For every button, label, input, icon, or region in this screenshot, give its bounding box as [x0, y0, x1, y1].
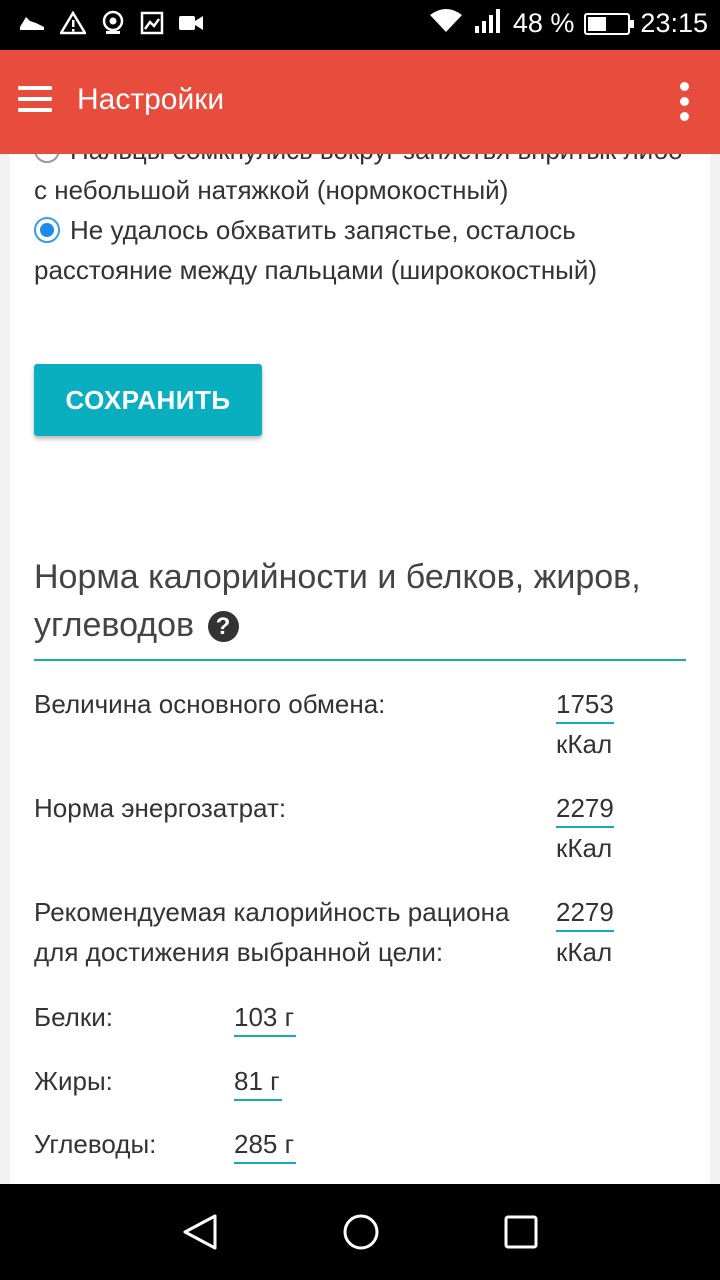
more-vert-icon[interactable] [676, 82, 692, 126]
bmr-value: 1753 кКал [556, 684, 614, 764]
image-icon [140, 11, 164, 40]
warning-icon [58, 10, 88, 40]
signal-icon [473, 8, 503, 39]
recommended-calories-unit: кКал [556, 937, 613, 967]
recommended-calories-label: Рекомендуемая калорийность рациона для д… [34, 897, 510, 967]
settings-content[interactable]: Пальцы сомкнулись вокруг запястья вприты… [0, 154, 720, 1184]
battery-percent: 48 % [512, 8, 575, 38]
video-icon [178, 13, 204, 38]
clock: 23:15 [640, 8, 708, 38]
energy-norm-label: Норма энергозатрат: [34, 793, 287, 823]
carbs-label: Углеводы: [34, 1129, 157, 1159]
energy-norm-unit: кКал [556, 833, 613, 863]
notification-icons [18, 10, 204, 41]
fat-value: 81 г [234, 1063, 282, 1101]
recents-icon[interactable] [491, 1208, 551, 1256]
carbs-value: 285 г [234, 1126, 297, 1164]
back-icon[interactable] [171, 1208, 231, 1256]
radio-option-normal[interactable]: Пальцы сомкнулись вокруг запястья вприты… [34, 154, 694, 210]
radio-option-wide[interactable]: Не удалось обхватить запястье, осталось … [34, 210, 694, 290]
system-icons: 48 % 23:15 [429, 8, 708, 39]
save-button[interactable]: СОХРАНИТЬ [34, 364, 262, 436]
bmr-label: Величина основного обмена: [34, 689, 386, 719]
radio-option-label: Пальцы сомкнулись вокруг запястья вприты… [34, 154, 683, 205]
page-title: Настройки [77, 83, 225, 116]
bmr-number: 1753 [556, 686, 614, 724]
navigation-bar [0, 1184, 720, 1280]
battery-level [588, 16, 607, 31]
shoe-icon [18, 11, 46, 40]
energy-norm-number: 2279 [556, 790, 614, 828]
fat-label: Жиры: [34, 1066, 113, 1096]
hotspot-icon [100, 10, 126, 41]
battery-icon [584, 12, 635, 35]
recommended-calories-number: 2279 [556, 894, 614, 932]
menu-icon[interactable] [18, 86, 54, 116]
section-title-text: Норма калорийности и белков, жиров, угле… [34, 558, 641, 644]
radio-button[interactable] [34, 217, 60, 243]
protein-value: 103 г [234, 999, 297, 1037]
protein-label: Белки: [34, 1002, 113, 1032]
wifi-icon [429, 8, 463, 39]
section-title: Норма калорийности и белков, жиров, угле… [34, 553, 686, 661]
recommended-calories-value: 2279 кКал [556, 892, 614, 972]
nutrition-norms-card: Норма калорийности и белков, жиров, угле… [10, 495, 710, 1184]
help-circle-icon[interactable]: ? [207, 611, 239, 642]
status-bar: 48 % 23:15 [0, 0, 720, 50]
radio-option-label: Не удалось обхватить запястье, осталось … [34, 215, 598, 285]
energy-norm-value: 2279 кКал [556, 788, 614, 868]
bmr-unit: кКал [556, 729, 613, 759]
app-bar: Настройки [0, 50, 720, 154]
home-icon[interactable] [331, 1208, 391, 1256]
